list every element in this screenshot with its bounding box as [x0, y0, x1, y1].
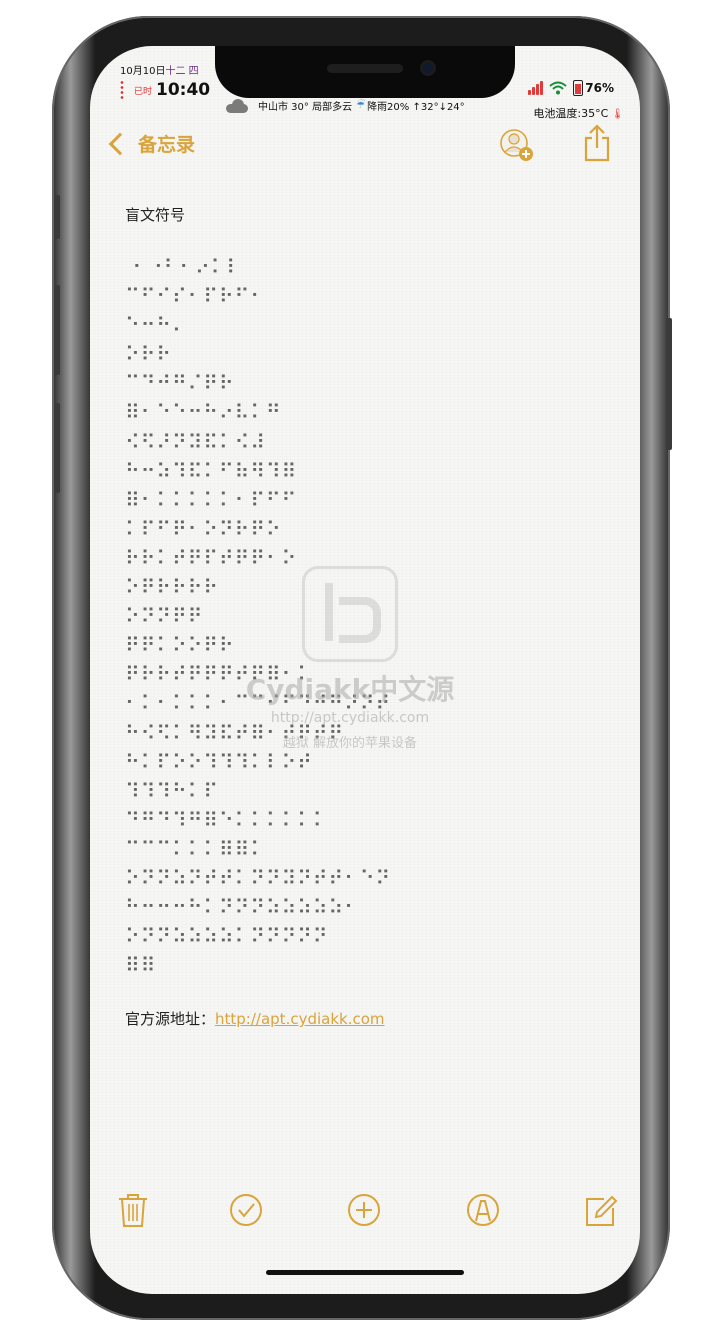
- status-right: 76%: [528, 80, 614, 96]
- rain-icon: ☔: [356, 100, 366, 111]
- braille-line: ⠕⠝⠝⠵⠵⠵⠵⠅⠝⠝⠝⠝⠝: [125, 924, 329, 949]
- battery-percent: 76%: [585, 81, 614, 95]
- braille-line: ⠕⠟⠗⠗⠗⠗: [125, 575, 219, 600]
- braille-line: ⠑⠒⠓⠄: [125, 313, 188, 338]
- braille-line: ⠓⠪⠫⠅⠻⠽⠯⠞⠿⠂⠞⠟⠞⠟: [125, 720, 345, 745]
- dots-icon: [120, 80, 124, 100]
- notch: [215, 46, 515, 98]
- thermometer-icon: 🌡: [611, 109, 624, 120]
- url-line: 官方源地址：http://apt.cydiakk.com: [125, 1008, 620, 1029]
- braille-line: ⠉⠋⠊⠎⠂⠏⠗⠋⠂: [125, 284, 266, 309]
- rain-text: 降雨20% ↑32°↓24°: [367, 102, 465, 113]
- braille-line: ⠟⠟⠅⠕⠕⠟⠗: [125, 633, 235, 658]
- lock-label: 已时: [134, 86, 153, 97]
- trash-icon[interactable]: [116, 1192, 150, 1228]
- speaker: [327, 64, 403, 73]
- braille-line: ⠓⠒⠵⠹⠯⠅⠋⠷⠻⠹⠿: [125, 458, 298, 483]
- time-row: 已时 10:40: [120, 80, 210, 100]
- weather-text: 中山市 30° 局部多云: [258, 102, 353, 113]
- volume-down-button: [54, 403, 60, 493]
- braille-line: ⠹⠹⠹⠓⠅⠏: [125, 778, 219, 803]
- braille-line: ⠿⠿: [125, 953, 157, 978]
- braille-line: ⠅⠏⠋⠟⠂⠕⠝⠗⠟⠕: [125, 516, 282, 541]
- braille-line: ⠉⠉⠉⠅⠅⠅⠿⠿⠅: [125, 836, 266, 861]
- battery-temp: 电池温度:35°C 🌡: [533, 105, 624, 121]
- source-link[interactable]: http://apt.cydiakk.com: [215, 1010, 385, 1028]
- braille-line: ⠿⠂⠅⠅⠅⠅⠅⠂⠏⠋⠋: [125, 487, 298, 512]
- braille-line: ⠙⠛⠙⠹⠛⠿⠑⠅⠅⠅⠅⠅⠅: [125, 807, 329, 832]
- braille-line: ⠕⠗⠗: [125, 342, 172, 367]
- url-label: 官方源地址：: [125, 1010, 216, 1029]
- braille-block: ⠂⠐⠃⠂⠔⠅⠇ ⠉⠋⠊⠎⠂⠏⠗⠋⠂ ⠑⠒⠓⠄ ⠕⠗⠗ ⠉⠙⠚⠛⠌⠟⠗ ⠿⠂⠑⠑⠒⠓⠔⠧⠅⠛…: [125, 253, 620, 980]
- braille-line: ⠿⠂⠑⠑⠒⠓⠔⠧⠅⠛: [125, 400, 282, 425]
- compose-icon[interactable]: [584, 1192, 618, 1228]
- power-button: [666, 318, 672, 450]
- braille-line: ⠗⠗⠅⠞⠟⠏⠞⠟⠟⠂⠕: [125, 545, 298, 570]
- braille-line: ⠕⠝⠝⠟⠟: [125, 604, 204, 629]
- braille-line: ⠓⠒⠒⠒⠓⠅⠝⠝⠝⠵⠵⠵⠵⠵⠂: [125, 895, 360, 920]
- note-title: 盲文符号: [125, 206, 186, 224]
- screen: 10月10日十二 四 已时 10:40 中山市 30° 局部多云 ☔ 降雨20%…: [90, 46, 640, 1294]
- weather-row: 中山市 30° 局部多云 ☔ 降雨20% ↑32°↓24°: [226, 98, 465, 113]
- braille-line: ⠪⠫⠜⠝⠽⠯⠅⠪⠼: [125, 429, 266, 454]
- braille-line: ⠂⠐⠃⠂⠔⠅⠇: [125, 255, 242, 279]
- clock: 10:40: [156, 80, 211, 100]
- back-button[interactable]: 备忘录: [108, 130, 195, 157]
- cloud-icon: [226, 98, 248, 113]
- date-row: 10月10日十二 四: [120, 62, 210, 77]
- battery-icon: [573, 80, 584, 96]
- signal-icon: [528, 81, 544, 95]
- braille-line: ⠕⠝⠝⠵⠝⠞⠞⠅⠝⠝⠽⠝⠞⠞⠂⠑⠝: [125, 865, 392, 890]
- add-people-icon[interactable]: [500, 128, 534, 162]
- nav-bar: 备忘录: [90, 124, 640, 170]
- chevron-left-icon: [108, 132, 132, 155]
- share-icon[interactable]: [582, 124, 612, 162]
- braille-line: ⠟⠗⠗⠞⠟⠟⠟⠞⠟⠿⠂⠅: [125, 662, 313, 687]
- wifi-icon: [549, 81, 567, 95]
- date: 10月10日: [120, 66, 166, 77]
- markup-icon[interactable]: [466, 1192, 500, 1228]
- volume-up-button: [54, 285, 60, 375]
- checklist-icon[interactable]: [229, 1192, 263, 1228]
- braille-line: ⠂⠅⠂⠅⠅⠅⠂⠉⠉⠊⠋⠙⠚⠛⠜⠝⠞: [125, 691, 392, 716]
- mute-switch: [54, 195, 60, 239]
- braille-line: ⠓⠅⠏⠕⠕⠹⠹⠹⠅⠇⠕⠞: [125, 749, 313, 774]
- weekday: 四: [188, 66, 199, 77]
- camera-icon: [420, 60, 436, 76]
- status-left: 10月10日十二 四 已时 10:40: [120, 62, 210, 100]
- battery-temp-text: 电池温度:35°C: [533, 107, 609, 120]
- add-icon[interactable]: [347, 1192, 381, 1228]
- note-body[interactable]: 盲文符号 ⠂⠐⠃⠂⠔⠅⠇ ⠉⠋⠊⠎⠂⠏⠗⠋⠂ ⠑⠒⠓⠄ ⠕⠗⠗ ⠉⠙⠚⠛⠌⠟⠗ ⠿⠂⠑⠑⠒…: [125, 204, 620, 1029]
- battery-indicator: 76%: [573, 80, 614, 96]
- lunar-date: 十二: [165, 66, 186, 77]
- back-label: 备忘录: [138, 134, 196, 156]
- home-indicator[interactable]: [266, 1270, 464, 1275]
- bottom-toolbar: [90, 1192, 640, 1232]
- braille-line: ⠉⠙⠚⠛⠌⠟⠗: [125, 371, 235, 396]
